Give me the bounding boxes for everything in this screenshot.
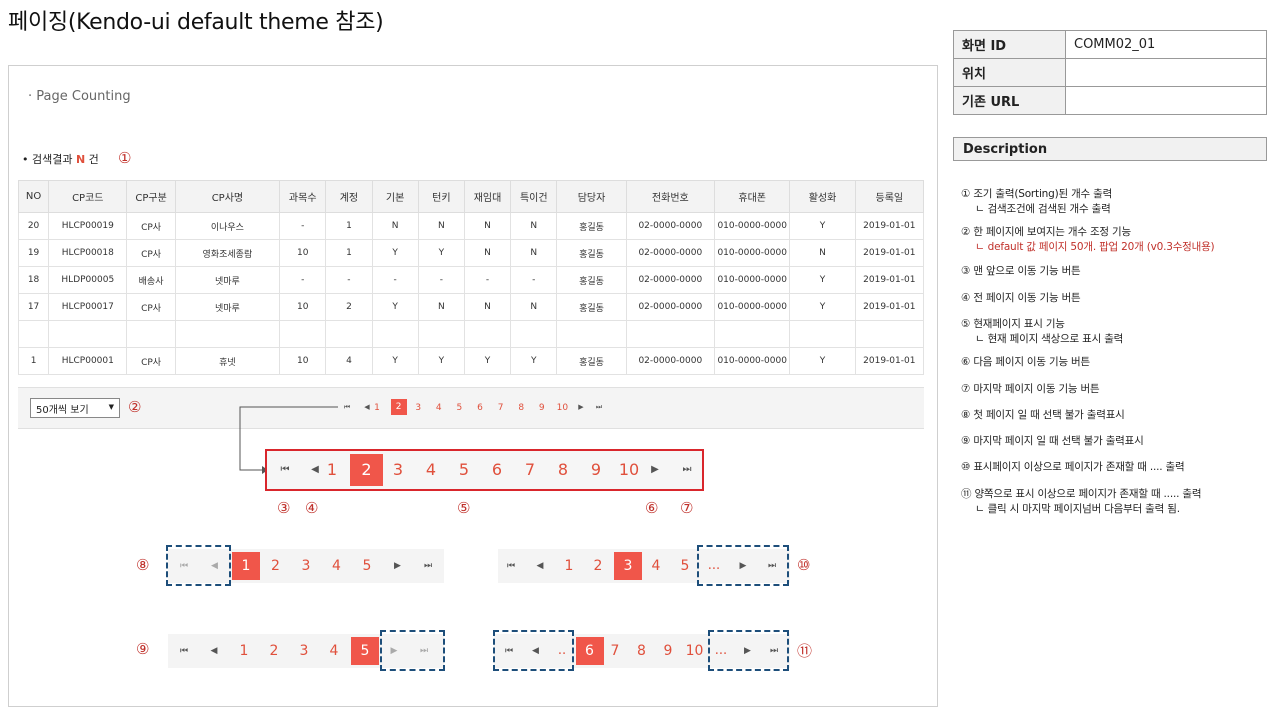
page-number[interactable]: 6 [482,451,512,489]
description-text: ⑪ 양쪽으로 표시 이상으로 페이지가 존재할 때 ..... 출력 [961,488,1202,500]
highlight-dots-right [697,545,789,586]
description-text: ⑤ 현재페이지 표시 기능 [961,318,1065,330]
description-text: ⑧ 첫 페이지 일 때 선택 불가 출력표시 [961,409,1125,421]
marker-8: ⑧ [136,556,150,574]
page-number[interactable]: 3 [614,552,642,580]
description-item: ① 조기 출력(Sorting)된 개수 출력 ㄴ 검색조건에 검색된 개수 출력 [961,186,1112,216]
marker-11: ⑪ [797,642,813,660]
description-item: ⑥ 다음 페이지 이동 기능 버튼 [961,354,1090,369]
page-number[interactable]: 3 [383,451,413,489]
location-key: 위치 [953,58,1066,87]
page-number[interactable]: 4 [321,634,347,668]
description-subtext: ㄴ 검색조건에 검색된 개수 출력 [975,203,1111,215]
screen-id-key: 화면 ID [953,30,1066,59]
first-page-icon[interactable]: ⏮ [171,634,197,668]
page-number[interactable]: 7 [602,634,628,668]
description-item: ⑩ 표시페이지 이상으로 페이지가 존재할 때 .... 출력 [961,459,1185,474]
url-key: 기존 URL [953,86,1066,115]
prev-page-icon[interactable]: ◀ [527,549,553,583]
page-number[interactable]: 4 [324,549,350,583]
page-number[interactable]: 1 [556,549,582,583]
page-number[interactable]: 1 [317,451,347,489]
first-page-icon[interactable]: ⏮ [498,549,524,583]
page-number[interactable]: 5 [354,549,380,583]
description-item: ⑦ 마지막 페이지 이동 기능 버튼 [961,381,1100,396]
description-subtext: ㄴ default 값 페이지 50개. 팝업 20개 (v0.3수정내용) [975,241,1215,253]
marker-7: ⑦ [680,499,694,517]
description-item: ⑧ 첫 페이지 일 때 선택 불가 출력표시 [961,407,1125,422]
marker-4: ④ [305,499,319,517]
description-text: ② 한 페이지에 보여지는 개수 조정 기능 [961,226,1131,238]
page-number[interactable]: 4 [643,549,669,583]
page-number[interactable]: 2 [350,454,383,486]
description-text: ⑨ 마지막 페이지 일 때 선택 불가 출력표시 [961,435,1144,447]
page-number[interactable]: 5 [351,637,379,665]
last-page-icon[interactable]: ⏭ [672,451,702,489]
page-number[interactable]: 7 [515,451,545,489]
page-number[interactable]: 9 [655,634,681,668]
marker-9: ⑨ [136,640,150,658]
marker-6: ⑥ [645,499,659,517]
url-value [1065,86,1267,115]
marker-5: ⑤ [457,499,471,517]
description-item: ⑨ 마지막 페이지 일 때 선택 불가 출력표시 [961,433,1144,448]
description-item: ④ 전 페이지 이동 기능 버튼 [961,290,1081,305]
page-number[interactable]: 4 [416,451,446,489]
first-page-icon[interactable]: ⏮ [270,451,300,489]
page-number[interactable]: 2 [585,549,611,583]
page-number[interactable]: 10 [682,634,708,668]
next-page-icon[interactable]: ▶ [640,451,670,489]
description-item: ② 한 페이지에 보여지는 개수 조정 기능 ㄴ default 값 페이지 50… [961,224,1215,254]
prev-page-icon[interactable]: ◀ [201,634,227,668]
description-item: ③ 맨 앞으로 이동 기능 버튼 [961,263,1081,278]
marker-3: ③ [277,499,291,517]
page-number[interactable]: 1 [232,552,260,580]
description-text: ④ 전 페이지 이동 기능 버튼 [961,292,1081,304]
page-number[interactable]: 3 [291,634,317,668]
description-subtext: ㄴ 현재 페이지 색상으로 표시 출력 [975,333,1124,345]
description-text: ⑥ 다음 페이지 이동 기능 버튼 [961,356,1090,368]
highlight-disabled-prev [166,545,231,586]
page-number[interactable]: 8 [629,634,655,668]
page-number[interactable]: 5 [449,451,479,489]
page-number[interactable]: 8 [548,451,578,489]
page-number[interactable]: 2 [261,634,287,668]
screen-id-value: COMM02_01 [1065,30,1267,59]
page-number[interactable]: 2 [263,549,289,583]
page-number[interactable]: 9 [581,451,611,489]
description-subtext: ㄴ 클릭 시 마지막 페이지넘버 다음부터 출력 됨. [975,503,1180,515]
marker-10: ⑩ [797,556,811,574]
description-text: ⑦ 마지막 페이지 이동 기능 버튼 [961,383,1100,395]
last-page-icon[interactable]: ⏭ [415,549,441,583]
description-header: Description [953,137,1267,161]
page-number[interactable]: 1 [231,634,257,668]
description-text: ① 조기 출력(Sorting)된 개수 출력 [961,188,1113,200]
pager-zoom: ⏮ ◀ 1 2 3 4 5 6 7 8 9 10 ▶ ⏭ [265,449,704,491]
highlight-disabled-next [380,630,445,671]
next-page-icon[interactable]: ▶ [385,549,411,583]
page-number[interactable]: 6 [575,637,604,665]
highlight-dots-left [493,630,574,671]
screen-info-table: 화면 ID COMM02_01 위치 기존 URL [953,30,1267,115]
location-value [1065,58,1267,87]
highlight-dots-right-2 [708,630,789,671]
page-number[interactable]: 5 [672,549,698,583]
description-text: ③ 맨 앞으로 이동 기능 버튼 [961,265,1081,277]
description-text: ⑩ 표시페이지 이상으로 페이지가 존재할 때 .... 출력 [961,461,1185,473]
page-number[interactable]: 3 [293,549,319,583]
description-item: ⑤ 현재페이지 표시 기능 ㄴ 현재 페이지 색상으로 표시 출력 [961,316,1123,346]
description-item: ⑪ 양쪽으로 표시 이상으로 페이지가 존재할 때 ..... 출력 ㄴ 클릭 시… [961,486,1201,516]
